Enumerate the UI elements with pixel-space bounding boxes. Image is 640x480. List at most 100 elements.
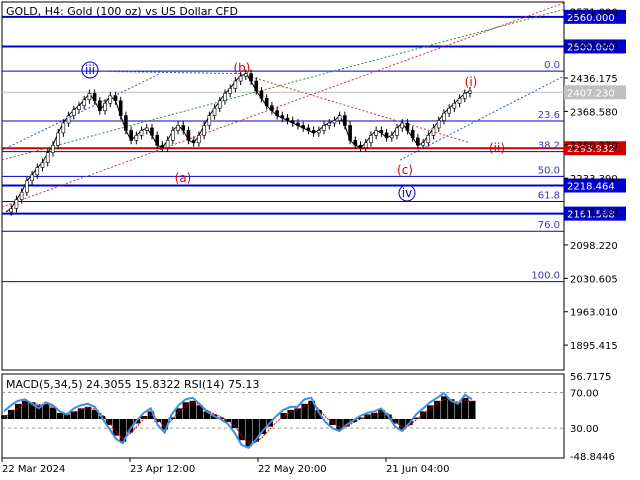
fib-level-label: 76.0	[538, 220, 560, 231]
candle-body	[311, 130, 316, 134]
macd-histogram-bar	[77, 408, 85, 419]
indicator-axis-label: 56.7175	[570, 372, 611, 383]
wave-label: (b)	[234, 61, 251, 75]
price-axis-label: 2165.800	[570, 208, 618, 219]
candle-body	[217, 100, 222, 109]
candle-body	[400, 122, 405, 129]
candle-body	[113, 95, 118, 102]
candle-body	[56, 132, 60, 146]
macd-histogram-bar	[420, 411, 427, 419]
candle-body	[202, 125, 206, 136]
candle-body	[405, 122, 410, 131]
candle-body	[275, 110, 279, 116]
time-axis-label: 22 May 20:00	[258, 464, 327, 475]
candle-body	[176, 125, 180, 131]
candle-body	[306, 127, 311, 131]
candle-body	[264, 98, 269, 107]
indicator-axis-label: 30.00	[570, 424, 599, 435]
candle-body	[103, 102, 107, 111]
candle-body	[134, 135, 139, 141]
candle-body	[30, 174, 34, 182]
price-axis-label: 2368.580	[570, 107, 618, 118]
wave-label: iii	[85, 63, 95, 77]
macd-histogram-bar	[14, 403, 22, 419]
current-price-label: 2407.230	[567, 88, 615, 99]
price-axis-label: 1963.010	[570, 308, 618, 319]
candle-body	[431, 127, 436, 136]
candle-body	[223, 93, 227, 102]
candle-body	[457, 98, 462, 104]
candle-body	[98, 100, 102, 111]
time-axis-label: 21 Jun 04:00	[386, 464, 450, 475]
price-axis-label: 2030.605	[570, 274, 618, 285]
candle-body	[139, 130, 144, 136]
fib-level-label: 100.0	[531, 271, 560, 282]
candle-body	[363, 142, 368, 149]
wave-label: iv	[402, 186, 412, 200]
indicator-axis-label: -48.8446	[570, 452, 615, 463]
macd-histogram-bar	[231, 418, 239, 429]
macd-histogram-bar	[42, 403, 50, 419]
indicator-axis-label: 70.00	[570, 388, 599, 399]
candle-body	[165, 140, 170, 149]
candle-body	[447, 107, 451, 114]
candle-body	[207, 115, 212, 126]
candle-body	[77, 105, 81, 110]
candle-body	[395, 127, 399, 136]
candle-body	[280, 115, 285, 119]
candle-body	[379, 130, 384, 134]
price-axis-label: 2503.565	[570, 41, 618, 52]
candle-body	[61, 122, 66, 134]
macd-histogram-bar	[49, 407, 57, 419]
candle-body	[410, 130, 415, 139]
candle-body	[212, 107, 217, 116]
candle-body	[322, 125, 326, 131]
candle-body	[442, 112, 446, 121]
candle-body	[416, 137, 420, 146]
macd-histogram-bar	[287, 409, 294, 419]
macd-histogram-bar	[469, 400, 476, 419]
price-axis-label: 2098.220	[570, 241, 618, 252]
candle-body	[66, 115, 71, 124]
candle-body	[337, 115, 342, 121]
candle-body	[71, 109, 76, 116]
candle-body	[51, 144, 55, 153]
macd-histogram-bar	[371, 412, 378, 419]
price-axis-label: 2300.970	[570, 141, 618, 152]
candle-body	[92, 93, 97, 102]
price-chart[interactable]: 2560.0002500.0002293.9322218.4642161.568…	[0, 0, 640, 480]
candle-body	[327, 122, 332, 126]
candle-body	[124, 115, 128, 131]
candle-body	[317, 130, 321, 134]
candle-body	[343, 115, 347, 126]
candle-body	[25, 180, 29, 193]
price-axis-label: 1895.415	[570, 341, 618, 352]
macd-histogram-bar	[7, 409, 15, 419]
chart-title: GOLD, H4: Gold (100 oz) vs US Dollar CFD	[6, 5, 238, 18]
macd-histogram-bar	[175, 408, 183, 419]
candle-body	[186, 130, 191, 141]
fib-level-label: 50.0	[538, 165, 560, 176]
candle-body	[389, 135, 394, 139]
candle-body	[285, 117, 290, 121]
fib-level-label: 61.8	[538, 191, 560, 202]
fib-level-label: 23.6	[538, 110, 560, 121]
candle-body	[191, 140, 196, 144]
price-axis-label: 2233.390	[570, 174, 618, 185]
candle-body	[118, 100, 123, 116]
candle-body	[108, 95, 113, 104]
macd-histogram-bar	[238, 418, 245, 441]
wave-label: (i)	[465, 75, 478, 89]
candle-body	[421, 142, 425, 146]
candle-body	[35, 167, 40, 176]
fib-level-label: 38.2	[538, 141, 560, 152]
candle-body	[181, 125, 186, 131]
candle-body	[374, 130, 378, 136]
candle-body	[9, 208, 14, 213]
candle-body	[369, 135, 373, 144]
time-axis-label: 23 Apr 12:00	[130, 464, 195, 475]
candle-body	[348, 125, 352, 141]
candle-body	[45, 152, 50, 163]
price-axis-label: 2571.000	[570, 7, 618, 18]
candle-body	[254, 80, 259, 92]
